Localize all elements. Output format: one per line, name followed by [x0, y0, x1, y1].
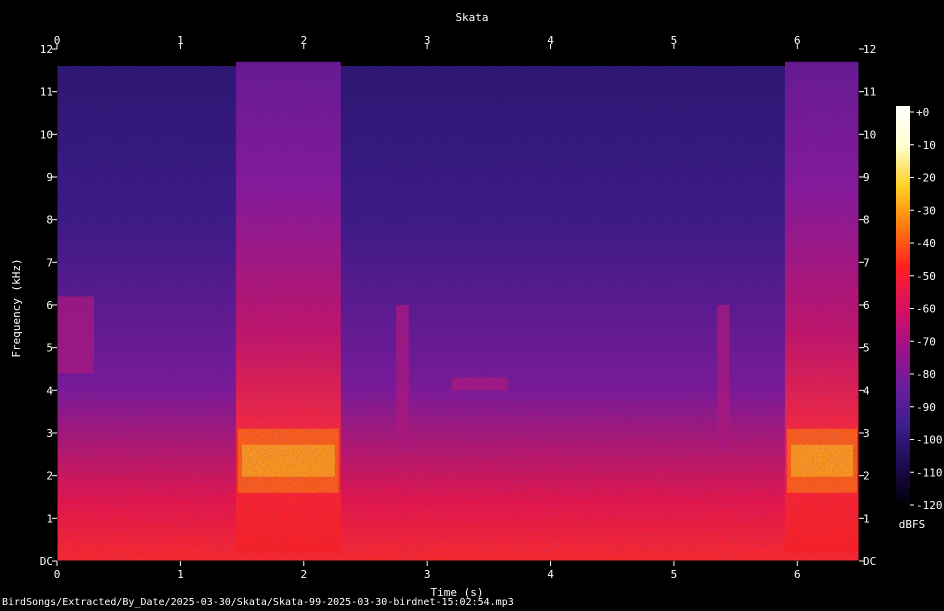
file-path-footer: BirdSongs/Extracted/By_Date/2025-03-30/S… [2, 597, 514, 608]
colorbar-tick-label-10: -100 [916, 434, 943, 447]
yticks-right-label-7: 7 [863, 256, 870, 269]
xticks-bottom-label-4: 4 [547, 568, 554, 581]
colorbar-ticks: +0 -10 -20 -30 -40 -50 -60 -70 -80 -90 -100 -110 -12… [910, 106, 943, 512]
yticks-right-label-2: 2 [863, 470, 870, 483]
yticks-left-label-5: 5 [46, 342, 53, 355]
colorbar-ramp [896, 106, 910, 508]
yticks-right-label-10: 10 [863, 128, 876, 141]
yticks-right-label-9: 9 [863, 171, 870, 184]
yticks-right-label-3: 3 [863, 427, 870, 440]
colorbar-tick-label-3: -30 [916, 204, 936, 217]
colorbar-tick-label-7: -70 [916, 335, 936, 348]
xticks-top-label-5: 5 [671, 34, 678, 47]
xticks-bottom-label-5: 5 [671, 568, 678, 581]
xticks-top-label-0: 0 [54, 34, 61, 47]
plot-area [56, 48, 860, 562]
colorbar-tick-label-12: -120 [916, 499, 943, 512]
yticks-left-label-6: 6 [46, 299, 53, 312]
yticks-left-label-0: DC [40, 555, 53, 568]
colorbar-tick-label-5: -50 [916, 270, 936, 283]
yticks-right-label-11: 11 [863, 86, 876, 99]
xticks-bottom-label-6: 6 [794, 568, 801, 581]
yticks-right-label-1: 1 [863, 512, 870, 525]
x-axis-bottom: 0 1 2 3 4 5 6 [54, 561, 801, 581]
spectrogram-chart: Skata 0123456 0123456 DC123456789101112 … [10, 11, 943, 599]
yticks-right-label-6: 6 [863, 299, 870, 312]
yticks-right-label-8: 8 [863, 214, 870, 227]
yticks-right-label-4: 4 [863, 384, 870, 397]
yticks-right-label-5: 5 [863, 342, 870, 355]
yticks-left-label-9: 9 [46, 171, 53, 184]
colorbar-tick-label-1: -10 [916, 139, 936, 152]
colorbar: +0 -10 -20 -30 -40 -50 -60 -70 -80 -90 -100 -110 -12… [896, 106, 943, 531]
colorbar-tick-label-11: -110 [916, 466, 943, 479]
xticks-bottom-label-1: 1 [177, 568, 184, 581]
yticks-left-label-3: 3 [46, 427, 53, 440]
xticks-bottom-label-3: 3 [424, 568, 431, 581]
colorbar-tick-label-9: -90 [916, 401, 936, 414]
x-axis-top: 0 1 2 3 4 5 6 [54, 34, 801, 49]
xticks-top-label-1: 1 [177, 34, 184, 47]
y-axis-label: Frequency (kHz) [10, 258, 23, 357]
yticks-left-label-4: 4 [46, 384, 53, 397]
xticks-bottom-label-2: 2 [300, 568, 307, 581]
colorbar-tick-label-0: +0 [916, 106, 929, 119]
yticks-left-label-11: 11 [40, 86, 53, 99]
xticks-top-label-6: 6 [794, 34, 801, 47]
xticks-top-label-4: 4 [547, 34, 554, 47]
yticks-right-label-0: DC [863, 555, 876, 568]
xticks-top-label-3: 3 [424, 34, 431, 47]
xticks-top-label-2: 2 [300, 34, 307, 47]
yticks-right-label-12: 12 [863, 43, 876, 56]
colorbar-tick-label-2: -20 [916, 172, 936, 185]
xticks-bottom-label-0: 0 [54, 568, 61, 581]
noise-texture [57, 66, 859, 561]
yticks-left-label-1: 1 [46, 512, 53, 525]
yticks-left-label-12: 12 [40, 43, 53, 56]
chart-title: Skata [455, 11, 488, 24]
yticks-left-label-7: 7 [46, 256, 53, 269]
colorbar-tick-label-4: -40 [916, 237, 936, 250]
y-axis-right: DC123456789101112 [859, 43, 876, 568]
y-axis-left: DC123456789101112 [40, 43, 57, 568]
yticks-left-label-8: 8 [46, 214, 53, 227]
colorbar-label: dBFS [899, 518, 926, 531]
yticks-left-label-10: 10 [40, 128, 53, 141]
yticks-left-label-2: 2 [46, 470, 53, 483]
colorbar-tick-label-6: -60 [916, 303, 936, 316]
colorbar-tick-label-8: -80 [916, 368, 936, 381]
